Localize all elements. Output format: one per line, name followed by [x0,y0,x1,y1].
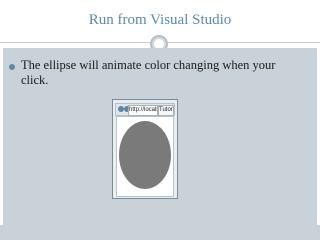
ellipse-shape[interactable] [119,121,171,189]
browser-content [116,116,174,197]
browser-window: http://localhost... TutorialAnimation [112,99,178,199]
browser-screenshot: http://localhost... TutorialAnimation [112,99,178,199]
title-divider [0,35,320,53]
bottom-bar [0,225,320,240]
address-bar[interactable]: http://localhost... [128,105,158,116]
browser-tab-strip: http://localhost... TutorialAnimation [115,103,175,116]
slide-title: Run from Visual Studio [88,12,232,28]
bullet-icon [9,64,15,70]
bullet-text: The ellipse will animate color changing … [21,58,276,87]
title-area: Run from Visual Studio [0,0,320,38]
browser-tab[interactable]: TutorialAnimation [158,105,174,116]
